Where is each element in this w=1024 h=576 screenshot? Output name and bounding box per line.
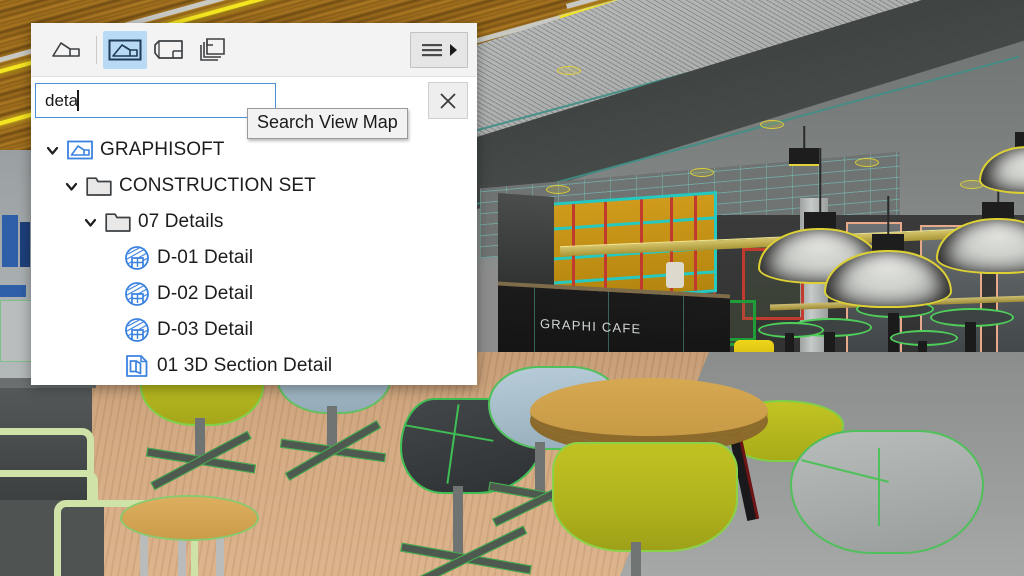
tree-item-label: GRAPHISOFT <box>100 139 225 160</box>
tree-item-d-03-detail[interactable]: D-03 Detail <box>31 312 477 348</box>
tree-item-d-01-detail[interactable]: D-01 Detail <box>31 240 477 276</box>
clear-search-button[interactable] <box>428 82 468 119</box>
detail-view-icon <box>124 282 150 306</box>
text-caret <box>77 90 79 111</box>
stool-side-table <box>120 495 259 541</box>
tab-project-map[interactable] <box>44 31 88 69</box>
tree-expand-toggle[interactable] <box>83 215 98 230</box>
ceiling-light-ring <box>557 66 581 75</box>
view-map-root-icon <box>67 140 93 160</box>
navigator-toolbar <box>31 23 477 77</box>
publisher-sets-icon <box>200 37 225 61</box>
detail-view-icon <box>125 318 149 342</box>
lamp-shade <box>936 218 1024 274</box>
bookshelf-items <box>0 285 26 297</box>
toolbar-separator <box>96 35 97 64</box>
tree-item-07-details[interactable]: 07 Details <box>31 204 477 240</box>
search-input[interactable] <box>35 83 276 118</box>
folder-icon <box>86 176 112 196</box>
pendant-lamp <box>979 110 1024 220</box>
navigator-panel[interactable]: GRAPHISOFT CONSTRUCTION SET 07 Details D-01… <box>31 23 477 385</box>
chevron-down-icon[interactable] <box>45 143 60 158</box>
layout-book-icon <box>154 39 183 59</box>
ceiling-light-ring <box>690 168 714 177</box>
tub-chair-stem <box>453 486 463 558</box>
tub-chair-seam <box>878 448 880 526</box>
cafe-signage-text: GRAPHI CAFE <box>540 315 642 337</box>
folder-icon <box>105 211 131 233</box>
tub-chair-shell <box>552 442 738 552</box>
hamburger-menu-icon <box>421 43 442 56</box>
lamp-shade <box>824 250 952 308</box>
tree-expand-toggle[interactable] <box>64 179 79 194</box>
3d-document-icon <box>126 355 148 377</box>
tree-item-label: 01 3D Section Detail <box>157 355 333 376</box>
tree-item-construction-set[interactable]: CONSTRUCTION SET <box>31 168 477 204</box>
navigator-menu-button[interactable] <box>410 31 468 68</box>
tub-chair <box>552 442 738 576</box>
tub-chair-stem <box>535 442 545 496</box>
view-map-tree[interactable]: GRAPHISOFT CONSTRUCTION SET 07 Details D-01… <box>31 125 477 385</box>
pendant-lamp <box>824 196 952 346</box>
close-icon <box>440 92 456 109</box>
bookshelf-items <box>2 215 18 267</box>
pendant-lamp <box>784 126 824 166</box>
3d-document-icon <box>124 355 150 377</box>
ceiling-light-ring <box>546 185 570 194</box>
lamp-cord <box>803 126 805 150</box>
detail-view-icon <box>125 246 149 270</box>
detail-view-icon <box>124 318 150 342</box>
ceiling-light-ring <box>760 120 784 129</box>
lamp-cap <box>789 148 819 166</box>
view-map-icon <box>108 39 142 60</box>
tab-publisher-sets[interactable] <box>191 31 235 69</box>
tree-item-label: D-01 Detail <box>157 247 254 268</box>
project-map-icon <box>52 41 80 57</box>
bookshelf-items <box>20 222 30 267</box>
folder-icon <box>105 212 131 232</box>
detail-view-icon <box>124 246 150 270</box>
tree-item-d-02-detail[interactable]: D-02 Detail <box>31 276 477 312</box>
tree-item-label: CONSTRUCTION SET <box>119 175 316 196</box>
tub-chair-shell <box>790 430 984 554</box>
folder-icon <box>86 175 112 197</box>
search-tooltip: Search View Map <box>247 108 408 139</box>
chevron-down-icon[interactable] <box>64 179 79 194</box>
chevron-down-icon[interactable] <box>83 215 98 230</box>
round-dining-table <box>530 378 768 445</box>
screenshot-root: GRAPHI CAFE deta GRAPHISOFT CONSTRUCTION… <box>0 0 1024 576</box>
chevron-right-icon <box>449 43 457 56</box>
tub-chair-stem <box>631 542 641 576</box>
tub-chair <box>790 430 984 576</box>
tab-layout-book[interactable] <box>147 31 191 69</box>
tree-item-01-3d-section-detail[interactable]: 01 3D Section Detail <box>31 348 477 384</box>
lamp-cord <box>887 196 889 236</box>
tree-item-label: 07 Details <box>138 211 224 232</box>
tree-item-label: D-02 Detail <box>157 283 254 304</box>
detail-view-icon <box>125 282 149 306</box>
tab-view-map[interactable] <box>103 30 147 69</box>
view-map-root-icon <box>67 139 93 161</box>
lamp-shade <box>979 146 1024 194</box>
tree-expand-toggle[interactable] <box>45 143 60 158</box>
cup-prop <box>666 262 684 288</box>
tree-item-label: D-03 Detail <box>157 319 254 340</box>
